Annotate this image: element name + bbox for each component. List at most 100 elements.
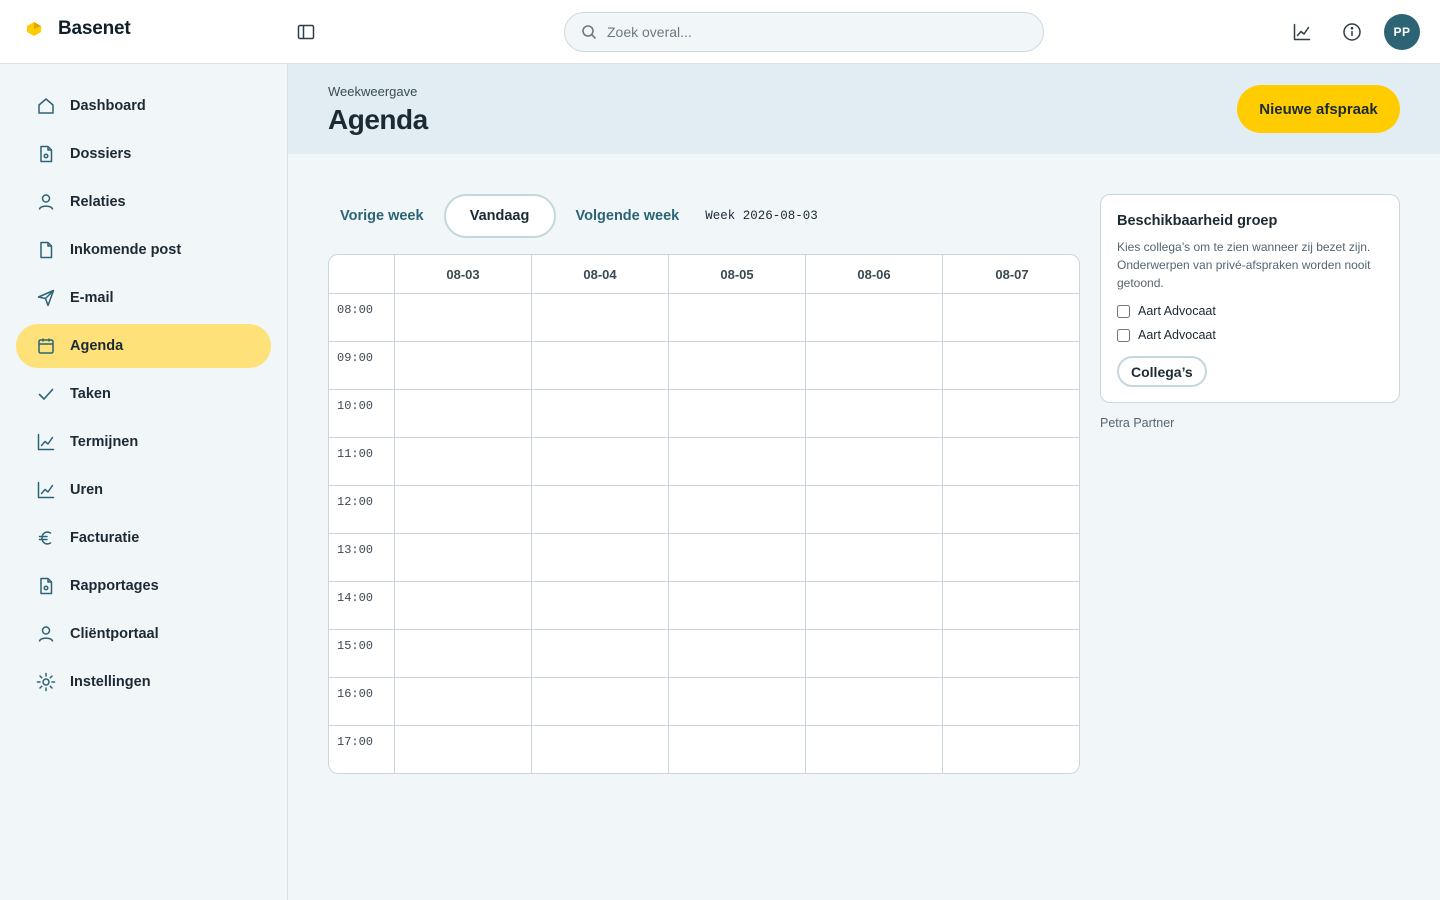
time-label: 11:00 (337, 447, 374, 461)
calendar-slot[interactable] (668, 678, 805, 726)
calendar-slot[interactable] (394, 582, 531, 630)
week-navigation: Vorige week Vandaag Volgende week Week 2… (328, 194, 818, 238)
current-user-name: Petra Partner (1100, 416, 1175, 430)
calendar-slot[interactable] (942, 438, 1079, 486)
sidebar-item-label: Instellingen (70, 674, 151, 690)
sidebar-item-agenda[interactable]: Agenda (16, 324, 271, 368)
calendar-slot[interactable] (942, 678, 1079, 726)
calendar-slot[interactable] (805, 486, 942, 534)
calendar-slot[interactable] (805, 726, 942, 773)
calendar-slot[interactable] (942, 342, 1079, 390)
calendar-slot[interactable] (531, 630, 668, 678)
sidebar-item-termijnen[interactable]: Termijnen (16, 420, 271, 464)
calendar-slot[interactable] (394, 726, 531, 773)
calendar-slot[interactable] (805, 390, 942, 438)
sidebar-item-dossiers[interactable]: Dossiers (16, 132, 271, 176)
sidebar-item-uren[interactable]: Uren (16, 468, 271, 512)
sidebar-item-dashboard[interactable]: Dashboard (16, 84, 271, 128)
day-header: 08-03 (394, 255, 531, 294)
calendar-slot[interactable] (668, 390, 805, 438)
calendar-slot[interactable] (531, 390, 668, 438)
calendar-slot[interactable] (942, 726, 1079, 773)
calendar-row: 09:00 (329, 342, 1079, 390)
info-icon[interactable] (1342, 22, 1362, 42)
calendar-slot[interactable] (805, 534, 942, 582)
sidebar-item-relaties[interactable]: Relaties (16, 180, 271, 224)
calendar-slot[interactable] (805, 630, 942, 678)
calendar-slot[interactable] (942, 390, 1079, 438)
calendar-slot[interactable] (805, 438, 942, 486)
colleague-checkbox[interactable] (1117, 328, 1130, 342)
calendar-row: 17:00 (329, 726, 1079, 773)
colleague-checkbox[interactable] (1117, 304, 1130, 318)
calendar-slot[interactable] (942, 534, 1079, 582)
search-bar[interactable] (564, 12, 1044, 52)
day-header: 08-07 (942, 255, 1079, 294)
search-input[interactable] (607, 24, 1007, 40)
calendar-slot[interactable] (668, 486, 805, 534)
time-label: 12:00 (337, 495, 374, 509)
calendar-slot[interactable] (942, 582, 1079, 630)
calendar-slot[interactable] (531, 438, 668, 486)
page-header: Weekweergave Agenda Nieuwe afspraak (288, 64, 1440, 154)
calendar-slot[interactable] (394, 630, 531, 678)
calendar-slot[interactable] (942, 486, 1079, 534)
sidebar-item-inkomende-post[interactable]: Inkomende post (16, 228, 271, 272)
time-label: 14:00 (337, 591, 374, 605)
calendar-slot[interactable] (668, 726, 805, 773)
day-header: 08-06 (805, 255, 942, 294)
chart-icon[interactable] (1292, 22, 1312, 42)
sidebar-item-taken[interactable]: Taken (16, 372, 271, 416)
calendar-slot[interactable] (668, 534, 805, 582)
time-label: 16:00 (337, 687, 374, 701)
calendar-slot[interactable] (668, 582, 805, 630)
calendar-slot[interactable] (531, 342, 668, 390)
calendar-slot[interactable] (942, 294, 1079, 342)
colleagues-button[interactable]: Collega’s (1117, 356, 1207, 387)
brand[interactable]: Basenet (24, 18, 131, 40)
previous-week-button[interactable]: Vorige week (328, 194, 436, 238)
calendar-slot[interactable] (531, 678, 668, 726)
calendar-slot[interactable] (805, 342, 942, 390)
calendar-slot[interactable] (394, 438, 531, 486)
colleague-option[interactable]: Aart Advocaat (1117, 302, 1383, 320)
calendar-slot[interactable] (394, 486, 531, 534)
calendar-slot[interactable] (394, 390, 531, 438)
sidebar-item-facturatie[interactable]: Facturatie (16, 516, 271, 560)
sidebar-item-label: Rapportages (70, 578, 159, 594)
new-appointment-button[interactable]: Nieuwe afspraak (1237, 85, 1400, 133)
sidebar-item-email[interactable]: E-mail (16, 276, 271, 320)
today-button[interactable]: Vandaag (443, 194, 556, 238)
calendar-slot[interactable] (668, 438, 805, 486)
chart-icon (36, 432, 56, 452)
colleague-option[interactable]: Aart Advocaat (1117, 326, 1383, 344)
calendar-slot[interactable] (531, 486, 668, 534)
calendar-slot[interactable] (531, 726, 668, 773)
sidebar-item-clientportaal[interactable]: Cliëntportaal (16, 612, 271, 656)
calendar-slot[interactable] (668, 342, 805, 390)
next-week-button[interactable]: Volgende week (564, 194, 692, 238)
sidebar-item-instellingen[interactable]: Instellingen (16, 660, 271, 704)
check-icon (36, 384, 56, 404)
calendar-slot[interactable] (805, 678, 942, 726)
calendar-slot[interactable] (394, 294, 531, 342)
calendar-slot[interactable] (805, 582, 942, 630)
calendar-slot[interactable] (394, 342, 531, 390)
calendar-slot[interactable] (668, 630, 805, 678)
calendar-slot[interactable] (531, 582, 668, 630)
calendar-slot[interactable] (531, 534, 668, 582)
calendar-slot[interactable] (942, 630, 1079, 678)
calendar-slot[interactable] (531, 294, 668, 342)
calendar-slot[interactable] (394, 678, 531, 726)
calendar-slot[interactable] (805, 294, 942, 342)
colleague-name: Aart Advocaat (1138, 328, 1216, 342)
sidebar-toggle-icon[interactable] (296, 22, 316, 42)
sidebar-item-label: Facturatie (70, 530, 140, 546)
calendar-slot[interactable] (394, 534, 531, 582)
sidebar-item-rapportages[interactable]: Rapportages (16, 564, 271, 608)
calendar-slot[interactable] (668, 294, 805, 342)
sidebar-item-label: Agenda (70, 338, 124, 354)
time-label: 10:00 (337, 399, 374, 413)
user-avatar[interactable]: PP (1384, 14, 1420, 50)
calendar-icon (36, 336, 56, 356)
